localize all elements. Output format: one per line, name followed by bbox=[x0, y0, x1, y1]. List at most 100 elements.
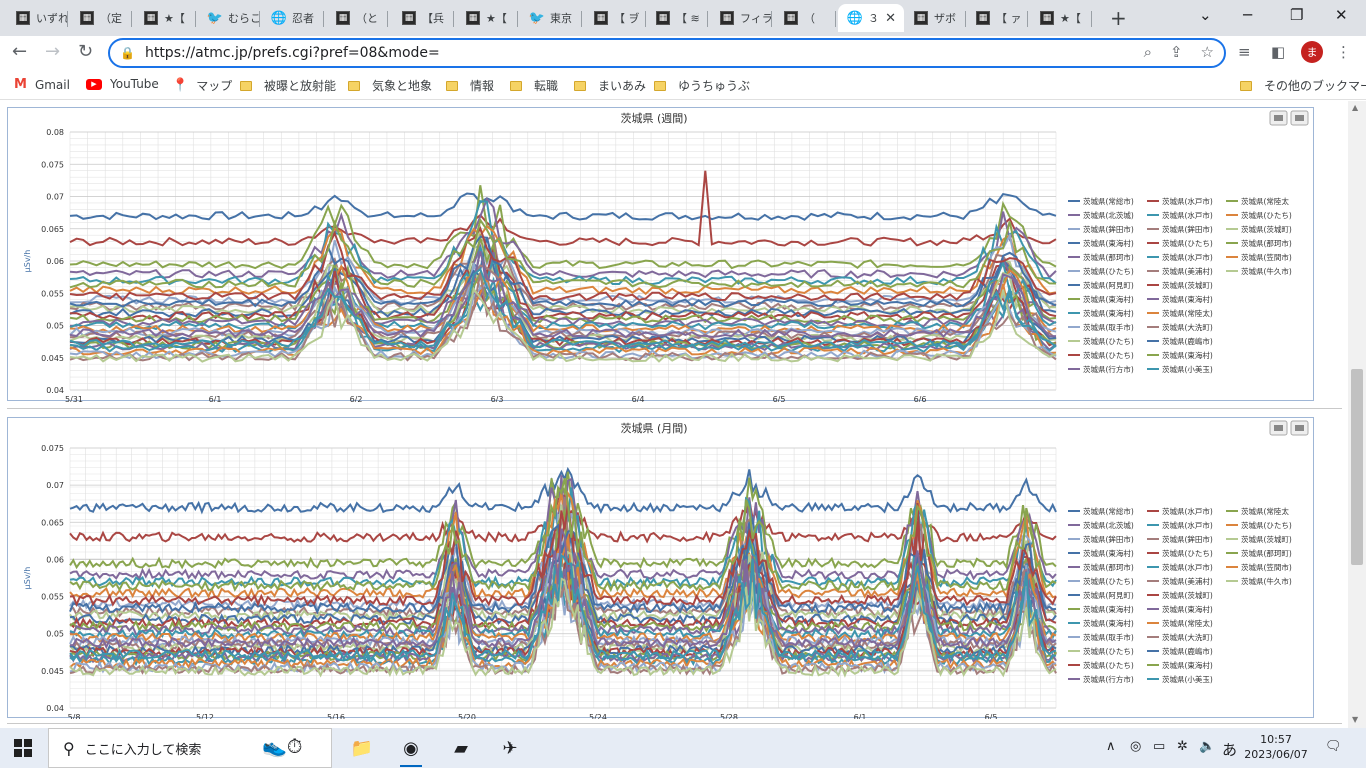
tray-app-icon[interactable]: ◎ bbox=[1130, 739, 1141, 754]
legend-item[interactable]: 茨城県(笠間市) bbox=[1241, 562, 1292, 572]
bookmark-item[interactable]: ゆうちゅうぶ bbox=[654, 77, 750, 94]
share-icon[interactable]: ⇪ bbox=[1170, 43, 1183, 61]
legend-item[interactable]: 茨城県(常陸太) bbox=[1162, 618, 1213, 628]
browser-tab[interactable]: ▦ ★【 bbox=[1030, 4, 1092, 32]
legend-item[interactable]: 茨城県(水戸市) bbox=[1162, 252, 1213, 262]
profile-avatar[interactable]: ま bbox=[1301, 41, 1323, 63]
legend-item[interactable]: 茨城県(笠間市) bbox=[1241, 252, 1292, 262]
new-tab-button[interactable]: + bbox=[1110, 6, 1127, 30]
legend-item[interactable]: 茨城県(東海村) bbox=[1083, 294, 1134, 304]
maximize-button[interactable]: ❐ bbox=[1290, 6, 1303, 24]
legend-item[interactable]: 茨城県(茨城町) bbox=[1241, 534, 1292, 544]
browser-tab[interactable]: ▦ いずれ bbox=[6, 4, 68, 32]
legend-item[interactable]: 茨城県(鉾田市) bbox=[1083, 224, 1134, 234]
legend-item[interactable]: 茨城県(ひたち) bbox=[1083, 646, 1134, 656]
tab-search-icon[interactable]: ⌄ bbox=[1199, 6, 1212, 24]
legend-item[interactable]: 茨城県(取手市) bbox=[1083, 322, 1134, 332]
airplane-app-icon[interactable]: ✈ bbox=[497, 736, 523, 760]
bookmark-item[interactable]: 気象と地象 bbox=[348, 77, 432, 94]
taskbar-clock[interactable]: 10:57 2023/06/07 bbox=[1244, 732, 1308, 762]
browser-tab[interactable]: ▦ ★【 bbox=[134, 4, 196, 32]
menu-kebab-icon[interactable]: ⋮ bbox=[1336, 43, 1351, 61]
browser-tab[interactable]: ▦ 【 ≋ bbox=[646, 4, 708, 32]
close-window-button[interactable]: ✕ bbox=[1335, 6, 1348, 24]
back-icon[interactable]: ← bbox=[12, 41, 27, 62]
other-bookmarks[interactable]: その他のブックマーク bbox=[1240, 77, 1366, 94]
browser-tab[interactable]: ▦ ザボ bbox=[904, 4, 966, 32]
bookmark-item[interactable]: M Gmail bbox=[14, 77, 70, 92]
legend-item[interactable]: 茨城県(那珂市) bbox=[1241, 238, 1292, 248]
browser-tab[interactable]: ▦ 【兵 bbox=[392, 4, 454, 32]
legend-item[interactable]: 茨城県(東海村) bbox=[1083, 604, 1134, 614]
legend-item[interactable]: 茨城県(東海村) bbox=[1083, 308, 1134, 318]
legend-item[interactable]: 茨城県(茨城町) bbox=[1162, 590, 1213, 600]
legend-item[interactable]: 茨城県(取手市) bbox=[1083, 632, 1134, 642]
browser-tab[interactable]: 🌐 忍者 bbox=[262, 4, 324, 32]
address-bar[interactable]: 🔒 https://atmc.jp/prefs.cgi?pref=08&mode… bbox=[108, 38, 1226, 68]
legend-item[interactable]: 茨城県(ひたち) bbox=[1241, 520, 1292, 530]
download-chart-button[interactable] bbox=[1290, 420, 1309, 436]
legend-item[interactable]: 茨城県(鉾田市) bbox=[1162, 224, 1213, 234]
chrome-icon[interactable]: ◉ bbox=[398, 736, 424, 767]
scroll-down-icon[interactable]: ▼ bbox=[1352, 715, 1358, 724]
legend-item[interactable]: 茨城県(ひたち) bbox=[1241, 210, 1292, 220]
bookmark-item[interactable]: 情報 bbox=[446, 77, 494, 94]
browser-tab[interactable]: ▦ ★【 bbox=[456, 4, 518, 32]
close-tab-icon[interactable]: ✕ bbox=[885, 11, 896, 26]
minimize-button[interactable]: ─ bbox=[1243, 6, 1252, 24]
browser-tab[interactable]: ▦ （定 bbox=[70, 4, 132, 32]
legend-item[interactable]: 茨城県(鹿嶋市) bbox=[1162, 646, 1213, 656]
legend-item[interactable]: 茨城県(茨城町) bbox=[1241, 224, 1292, 234]
browser-tab[interactable]: 🌐 ３ ✕ bbox=[838, 4, 904, 32]
legend-item[interactable]: 茨城県(北茨城) bbox=[1083, 210, 1134, 220]
legend-item[interactable]: 茨城県(小美玉) bbox=[1162, 364, 1213, 374]
legend-item[interactable]: 茨城県(ひたち) bbox=[1162, 548, 1213, 558]
legend-item[interactable]: 茨城県(東海村) bbox=[1162, 294, 1213, 304]
legend-item[interactable]: 茨城県(ひたち) bbox=[1083, 576, 1134, 586]
side-panel-icon[interactable]: ◧ bbox=[1271, 43, 1285, 61]
legend-item[interactable]: 茨城県(那珂市) bbox=[1083, 252, 1134, 262]
legend-item[interactable]: 茨城県(阿見町) bbox=[1083, 280, 1134, 290]
legend-item[interactable]: 茨城県(東海村) bbox=[1162, 350, 1213, 360]
url-text[interactable]: https://atmc.jp/prefs.cgi?pref=08&mode= bbox=[145, 45, 440, 61]
legend-item[interactable]: 茨城県(牛久市) bbox=[1241, 576, 1292, 586]
bookmark-item[interactable]: 転職 bbox=[510, 77, 558, 94]
browser-tab[interactable]: ▦ 【 ヺ bbox=[584, 4, 646, 32]
lock-icon[interactable]: 🔒 bbox=[120, 46, 135, 60]
bookmark-item[interactable]: ▶ YouTube bbox=[86, 77, 159, 91]
legend-item[interactable]: 茨城県(常陸太) bbox=[1162, 308, 1213, 318]
page-scrollbar[interactable]: ▲ ▼ bbox=[1348, 101, 1366, 728]
zoom-icon[interactable]: ⌕ bbox=[1144, 43, 1152, 61]
legend-item[interactable]: 茨城県(東海村) bbox=[1162, 604, 1213, 614]
scroll-thumb[interactable] bbox=[1351, 369, 1363, 565]
legend-item[interactable]: 茨城県(ひたち) bbox=[1162, 238, 1213, 248]
browser-tab[interactable]: ▦ （ bbox=[774, 4, 836, 32]
browser-tab[interactable]: 🐦 東京 bbox=[520, 4, 582, 32]
legend-item[interactable]: 茨城県(水戸市) bbox=[1162, 196, 1213, 206]
legend-item[interactable]: 茨城県(大洗町) bbox=[1162, 322, 1213, 332]
legend-item[interactable]: 茨城県(小美玉) bbox=[1162, 674, 1213, 684]
legend-item[interactable]: 茨城県(行方市) bbox=[1083, 364, 1134, 374]
bookmark-item[interactable]: 📍 マップ bbox=[172, 77, 232, 94]
volume-icon[interactable]: 🔈 bbox=[1199, 739, 1215, 754]
legend-item[interactable]: 茨城県(ひたち) bbox=[1083, 336, 1134, 346]
legend-item[interactable]: 茨城県(阿見町) bbox=[1083, 590, 1134, 600]
ime-indicator[interactable]: あ bbox=[1222, 739, 1237, 760]
bookmark-item[interactable]: まいあみ bbox=[574, 77, 646, 94]
legend-item[interactable]: 茨城県(ひたち) bbox=[1083, 660, 1134, 670]
legend-item[interactable]: 茨城県(常陸太 bbox=[1241, 196, 1289, 206]
bookmark-item[interactable]: 被曝と放射能 bbox=[240, 77, 336, 94]
notification-icon[interactable]: 🗨 bbox=[1325, 739, 1342, 754]
legend-item[interactable]: 茨城県(行方市) bbox=[1083, 674, 1134, 684]
browser-tab[interactable]: ▦ フィラ bbox=[710, 4, 772, 32]
legend-item[interactable]: 茨城県(美浦村) bbox=[1162, 576, 1213, 586]
legend-item[interactable]: 茨城県(東海村) bbox=[1083, 618, 1134, 628]
legend-item[interactable]: 茨城県(ひたち) bbox=[1083, 350, 1134, 360]
legend-item[interactable]: 茨城県(北茨城) bbox=[1083, 520, 1134, 530]
browser-tab[interactable]: ▦ 【 ァ bbox=[966, 4, 1028, 32]
forward-icon[interactable]: → bbox=[45, 41, 60, 62]
legend-item[interactable]: 茨城県(東海村) bbox=[1083, 238, 1134, 248]
battery-icon[interactable]: ▭ bbox=[1153, 739, 1165, 754]
legend-item[interactable]: 茨城県(水戸市) bbox=[1162, 520, 1213, 530]
legend-item[interactable]: 茨城県(常総市) bbox=[1083, 196, 1134, 206]
